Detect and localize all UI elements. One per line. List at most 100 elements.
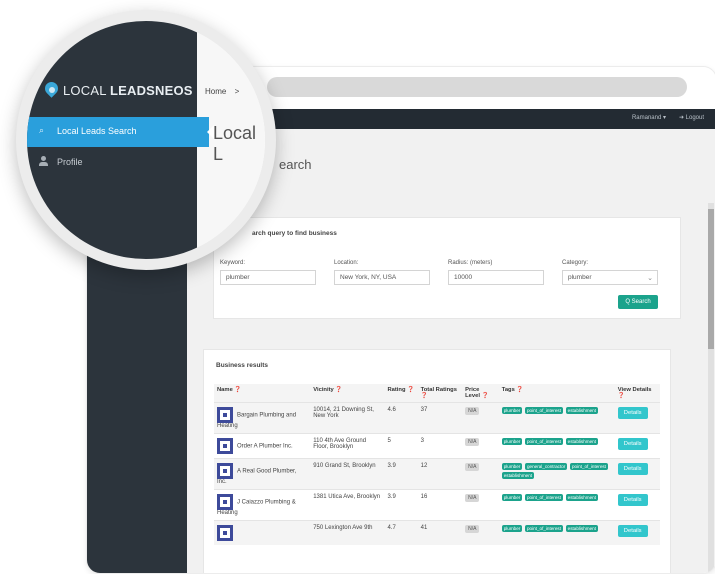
tag-badge: point_of_interest xyxy=(525,407,563,414)
table-row: A Real Good Plumber, Inc. 910 Grand St, … xyxy=(214,458,660,490)
business-icon xyxy=(217,494,233,510)
breadcrumb-separator: > xyxy=(234,87,240,96)
location-label: Location: xyxy=(334,260,359,266)
tag-badge: point_of_interest xyxy=(525,438,563,445)
category-label: Category: xyxy=(562,260,589,266)
price-cell: N/A xyxy=(462,458,499,490)
table-row: Order A Plumber Inc. 110 4th Ave Ground … xyxy=(214,433,660,459)
tag-badge: plumber xyxy=(501,407,523,414)
details-button[interactable]: Details xyxy=(617,438,648,450)
radius-input[interactable] xyxy=(448,270,544,285)
business-name-cell: Bargain Plumbing and Heating xyxy=(214,402,311,434)
tags-cell: plumber point_of_interest establishment xyxy=(498,520,615,545)
scrollbar[interactable] xyxy=(708,203,714,573)
rating-cell: 4.6 xyxy=(384,402,418,434)
category-value: plumber xyxy=(568,274,592,281)
user-menu[interactable]: Ramanand ▾ xyxy=(632,114,666,121)
details-cell: Details xyxy=(614,520,660,545)
price-badge: N/A xyxy=(465,494,480,502)
radius-label: Radius: (meters) xyxy=(448,260,493,266)
tag-badge: point_of_interest xyxy=(525,494,563,501)
logo-text-bold: LEADSNEOS xyxy=(109,83,193,98)
tags-cell: plumber point_of_interest establishment xyxy=(498,402,615,434)
price-badge: N/A xyxy=(465,463,480,471)
tag-badge: plumber xyxy=(501,525,523,532)
chevron-down-icon: ⌄ xyxy=(647,275,653,282)
details-cell: Details xyxy=(614,402,660,434)
business-icon xyxy=(217,463,233,479)
details-cell: Details xyxy=(614,433,660,459)
table-row: J Caiazzo Plumbing & Heating 1381 Utica … xyxy=(214,489,660,521)
sidebar-item-label: Local Leads Search xyxy=(57,126,137,136)
tags-cell: plumber point_of_interest establishment xyxy=(498,489,615,521)
col-rating: Rating ❓ xyxy=(387,387,415,393)
category-select[interactable]: plumber ⌄ xyxy=(562,270,658,285)
table-header-row: Name ❓ Vicinity ❓ Rating ❓ Total Ratings… xyxy=(214,384,660,403)
user-icon xyxy=(39,156,48,166)
vicinity-cell: 910 Grand St, Brooklyn xyxy=(310,458,385,490)
sidebar-item-local-leads-search[interactable]: ⌕ Local Leads Search xyxy=(27,117,209,147)
business-name[interactable]: Order A Plumber Inc. xyxy=(237,444,293,450)
vicinity-cell: 1381 Utica Ave, Brooklyn xyxy=(310,489,385,521)
price-cell: N/A xyxy=(462,433,499,459)
col-name: Name ❓ xyxy=(217,387,242,393)
total-ratings-cell: 41 xyxy=(417,520,463,545)
table-row: 750 Lexington Ave 9th 4.7 41 N/A plumber… xyxy=(214,520,660,545)
tag-badge: establishment xyxy=(565,525,598,532)
tag-badge: establishment xyxy=(565,438,598,445)
tag-badge: point_of_interest xyxy=(569,463,608,470)
vicinity-cell: 110 4th Ave Ground Floor, Brooklyn xyxy=(310,433,385,459)
search-icon: ⌕ xyxy=(39,125,45,135)
address-bar[interactable] xyxy=(267,77,687,97)
magnifier-lens: LOCAL LEADSNEOS Home > ⌕ Local Leads Sea… xyxy=(27,21,265,259)
tags-cell: plumber point_of_interest establishment xyxy=(498,433,615,459)
tag-badge: plumber xyxy=(501,494,523,501)
details-button[interactable]: Details xyxy=(617,463,648,475)
tag-badge: plumber xyxy=(501,438,523,445)
app-logo[interactable]: LOCAL LEADSNEOS xyxy=(42,79,193,98)
col-price-level: Price Level ❓ xyxy=(465,387,489,399)
breadcrumb-home[interactable]: Home xyxy=(205,87,226,96)
tag-badge: establishment xyxy=(501,472,535,479)
business-icon xyxy=(217,407,233,423)
col-vicinity: Vicinity ❓ xyxy=(313,387,343,393)
tags-cell: plumber general_contractor point_of_inte… xyxy=(498,458,615,490)
details-cell: Details xyxy=(614,458,660,490)
sidebar-item-profile[interactable]: Profile xyxy=(27,148,197,178)
business-name-cell: J Caiazzo Plumbing & Heating xyxy=(214,489,311,521)
col-total-ratings: Total Ratings ❓ xyxy=(420,387,457,399)
details-button[interactable]: Details xyxy=(617,494,648,506)
location-input[interactable] xyxy=(334,270,430,285)
tag-badge: establishment xyxy=(565,494,598,501)
price-badge: N/A xyxy=(465,407,480,415)
tag-badge: plumber xyxy=(501,463,523,470)
search-button[interactable]: Q Search xyxy=(618,295,658,309)
business-icon xyxy=(217,525,233,541)
results-title: Business results xyxy=(216,362,269,369)
page-title: earch xyxy=(279,157,312,172)
details-button[interactable]: Details xyxy=(617,525,648,537)
rating-cell: 3.9 xyxy=(384,489,418,521)
keyword-label: Keyword: xyxy=(220,260,246,266)
rating-cell: 4.7 xyxy=(384,520,418,545)
price-badge: N/A xyxy=(465,438,480,446)
scrollbar-thumb[interactable] xyxy=(708,209,714,349)
details-button[interactable]: Details xyxy=(617,407,648,419)
keyword-input[interactable] xyxy=(220,270,316,285)
sidebar-item-label: Profile xyxy=(57,157,83,167)
tag-badge: establishment xyxy=(565,407,598,414)
logout-link[interactable]: ➜ Logout xyxy=(679,114,704,121)
vicinity-cell: 750 Lexington Ave 9th xyxy=(310,520,385,545)
business-name-cell: A Real Good Plumber, Inc. xyxy=(214,458,311,490)
price-cell: N/A xyxy=(462,520,499,545)
total-ratings-cell: 16 xyxy=(417,489,463,521)
price-badge: N/A xyxy=(465,525,480,533)
total-ratings-cell: 12 xyxy=(417,458,463,490)
location-pin-icon xyxy=(42,79,61,98)
price-cell: N/A xyxy=(462,489,499,521)
total-ratings-cell: 37 xyxy=(417,402,463,434)
col-view-details: View Details ❓ xyxy=(617,387,652,399)
page-title-zoomed: Local L xyxy=(213,123,257,164)
price-cell: N/A xyxy=(462,402,499,434)
breadcrumb: Home > xyxy=(205,87,239,96)
